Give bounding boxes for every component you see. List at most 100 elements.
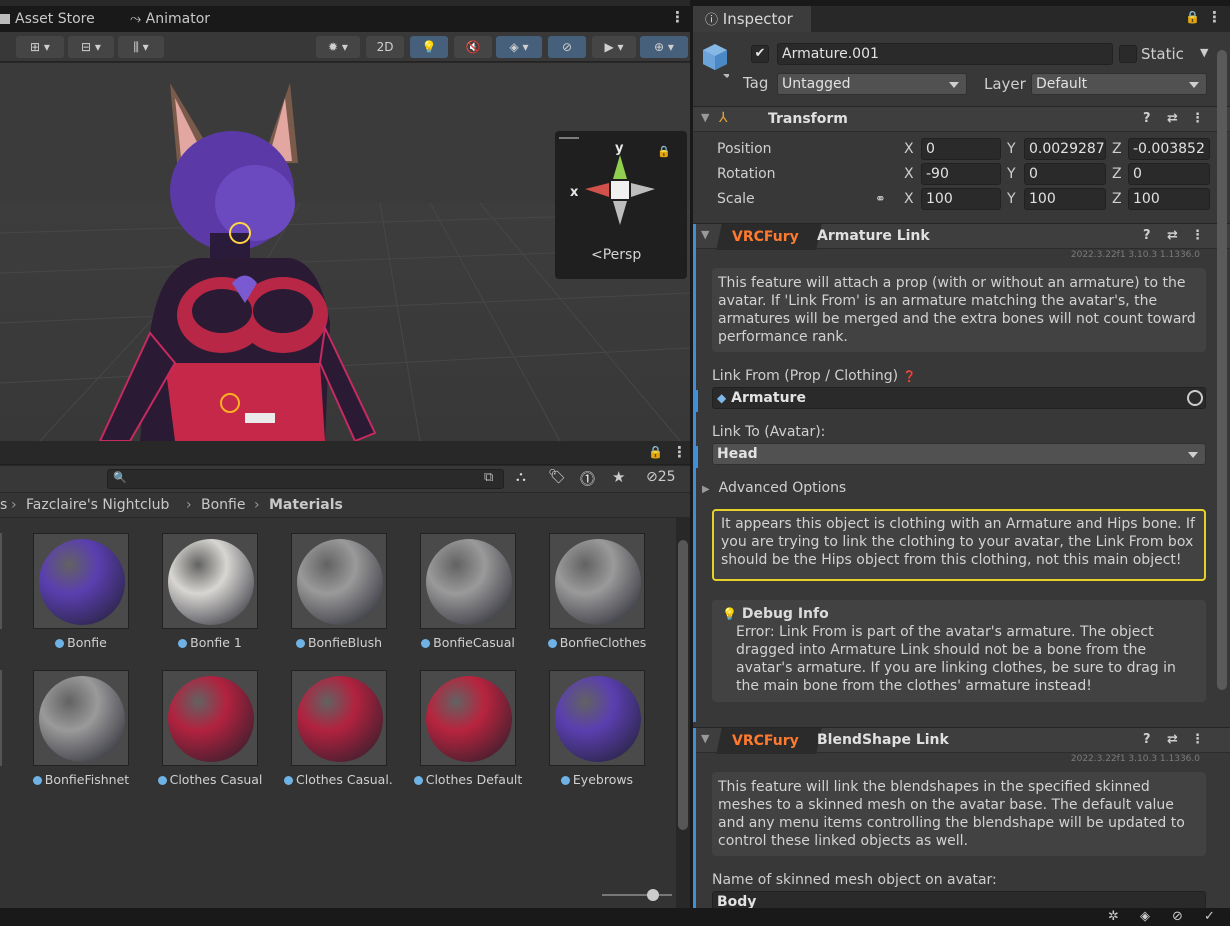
snap-tool-button[interactable]: ⊟ ▾ [68, 36, 114, 58]
layer-dropdown[interactable]: Default [1031, 73, 1207, 95]
transform-header[interactable]: ▼ ⅄ Transform ? ⇄ ⋮ [693, 106, 1230, 132]
preset-icon[interactable]: ⇄ [1167, 228, 1178, 243]
projection-label[interactable]: <Persp [591, 247, 641, 263]
layers-icon[interactable]: ◈ [1140, 909, 1150, 924]
asset-item[interactable]: BonfieClothes [542, 533, 652, 650]
search-by-type-icon[interactable]: ⧉ [484, 470, 493, 485]
mesh-name-field[interactable]: Body [712, 891, 1206, 908]
preset-icon[interactable]: ⇄ [1167, 732, 1178, 747]
project-search-input[interactable]: 🔍 ⧉ [107, 469, 504, 489]
link-from-field[interactable]: ◆ Armature [712, 387, 1206, 409]
tab-animator[interactable]: ⤳ Animator [130, 6, 250, 32]
audio-toggle-icon[interactable]: 🔇 [454, 36, 492, 58]
component-menu-icon[interactable]: ⋮ [1191, 111, 1204, 126]
object-picker-icon[interactable] [1187, 390, 1203, 406]
help-icon[interactable]: ❓ [903, 370, 917, 383]
help-icon[interactable]: ? [1143, 111, 1151, 126]
help-icon[interactable]: ? [1143, 228, 1151, 243]
rotation-z-field[interactable]: 0 [1128, 163, 1210, 185]
tag-dropdown[interactable]: Untagged [777, 73, 967, 95]
rotation-x-field[interactable]: -90 [921, 163, 1001, 185]
filter-by-type-icon[interactable]: ⛬ [516, 469, 526, 485]
scale-x-field[interactable]: 100 [921, 188, 1001, 210]
gizmo-axes-icon[interactable] [583, 153, 657, 227]
asset-item[interactable]: Eyebrows [542, 670, 652, 787]
left-menu-icon[interactable]: ⋮ [670, 8, 685, 26]
breadcrumb-item[interactable]: Fazclaire's Nightclub [26, 493, 169, 517]
rotation-y-field[interactable]: 0 [1024, 163, 1106, 185]
lock-icon[interactable]: 🔒 [657, 145, 671, 158]
asset-item[interactable]: Clothes Default [413, 670, 523, 787]
visibility-toggle-icon[interactable]: ⊘ [548, 36, 586, 58]
camera-settings-icon[interactable]: ▶ ▾ [592, 36, 636, 58]
position-x-field[interactable]: 0 [921, 138, 1001, 160]
zoom-slider[interactable] [602, 894, 672, 896]
favorite-star-icon[interactable]: ★ [612, 468, 625, 486]
link-to-dropdown[interactable]: Head [712, 443, 1206, 465]
project-lock-icon[interactable]: 🔒 [648, 445, 663, 459]
debug-info-box: 💡 Debug Info Error: Link From is part of… [712, 600, 1206, 702]
tab-asset-store[interactable]: Asset Store [0, 6, 110, 32]
2d-toggle[interactable]: 2D [366, 36, 404, 58]
store-icon [0, 14, 10, 24]
check-circle-icon[interactable]: ✓ [1204, 909, 1215, 924]
inspector-lock-icon[interactable]: 🔒 [1185, 10, 1200, 24]
warning-filter-icon[interactable]: ⓵ [580, 468, 595, 489]
active-checkbox[interactable]: ✔ [751, 45, 769, 63]
zoom-slider-handle[interactable] [647, 889, 659, 901]
asset-item[interactable]: Bonfie [26, 533, 136, 650]
orientation-gizmo[interactable]: 🔒 y x <Persp [555, 131, 687, 279]
asset-item[interactable]: BonfieCasual [413, 533, 523, 650]
hidden-count[interactable]: ⊘25 [646, 469, 676, 485]
blendshape-link-title: BlendShape Link [817, 732, 949, 748]
link-scale-icon[interactable]: ⚭ [875, 192, 886, 207]
collapse-arrow-icon[interactable]: ▼ [701, 732, 709, 745]
preset-icon[interactable]: ⇄ [1167, 111, 1178, 126]
inspector-scrollbar[interactable] [1217, 50, 1227, 690]
asset-item[interactable]: Bonfie 1 [155, 533, 265, 650]
object-name-field[interactable]: Armature.001 [777, 43, 1113, 65]
lighting-toggle-icon[interactable]: 💡 [410, 36, 448, 58]
material-sphere [39, 676, 125, 762]
material-thumbnail [33, 533, 129, 629]
help-icon[interactable]: ? [1143, 732, 1151, 747]
filter-by-label-icon[interactable]: 🏷 [548, 469, 566, 485]
scene-view[interactable]: 🔒 y x <Persp [0, 63, 690, 441]
render-mode-button[interactable]: ✹ ▾ [316, 36, 360, 58]
static-checkbox[interactable] [1119, 45, 1137, 63]
debug-info-title: 💡 Debug Info [722, 606, 829, 622]
breadcrumb-current[interactable]: Materials [269, 493, 343, 517]
breadcrumb-item[interactable]: Bonfie [201, 493, 245, 517]
breadcrumb-item[interactable]: s [0, 493, 7, 517]
gameobject-cube-icon[interactable] [701, 42, 731, 78]
collapse-arrow-icon[interactable]: ▼ [701, 228, 709, 241]
chevron-right-icon: › [254, 497, 260, 513]
advanced-options-foldout[interactable]: ▶ Advanced Options [702, 480, 846, 496]
collapse-arrow-icon[interactable]: ▼ [701, 111, 709, 124]
inspector-menu-icon[interactable]: ⋮ [1207, 8, 1222, 26]
scale-z-field[interactable]: 100 [1128, 188, 1210, 210]
component-menu-icon[interactable]: ⋮ [1191, 228, 1204, 243]
asset-item[interactable]: Clothes Casual [155, 670, 265, 787]
armature-link-description: This feature will attach a prop (with or… [712, 268, 1206, 352]
asset-item[interactable]: BonfieBlush [284, 533, 394, 650]
grid-tool-button[interactable]: ⫼ ▾ [118, 36, 164, 58]
position-y-field[interactable]: 0.0029287 [1024, 138, 1106, 160]
no-entry-icon[interactable]: ⊘ [1172, 909, 1183, 924]
static-dropdown-icon[interactable]: ▼ [1200, 46, 1208, 59]
pivot-tool-button[interactable]: ⊞ ▾ [16, 36, 64, 58]
position-z-field[interactable]: -0.003852 [1128, 138, 1210, 160]
gizmos-toggle-icon[interactable]: ⊕ ▾ [640, 36, 688, 58]
component-menu-icon[interactable]: ⋮ [1191, 732, 1204, 747]
asset-item[interactable]: BonfieFishnet [26, 670, 136, 787]
asset-item[interactable]: Clothes Casual... [284, 670, 394, 787]
tab-inspector[interactable]: ⓘ Inspector [693, 6, 811, 32]
blendshape-link-accent [693, 728, 696, 908]
project-menu-icon[interactable]: ⋮ [672, 443, 687, 461]
scale-y-field[interactable]: 100 [1024, 188, 1106, 210]
effects-toggle-icon[interactable]: ◈ ▾ [496, 36, 542, 58]
debug-bug-icon[interactable]: ✲ [1108, 909, 1119, 924]
asset-grid-scrollbar[interactable] [678, 540, 688, 830]
armature-link-header[interactable]: ▼ VRCFury Armature Link ? ⇄ ⋮ [693, 223, 1230, 250]
blendshape-link-header[interactable]: ▼ VRCFury BlendShape Link ? ⇄ ⋮ [693, 727, 1230, 754]
